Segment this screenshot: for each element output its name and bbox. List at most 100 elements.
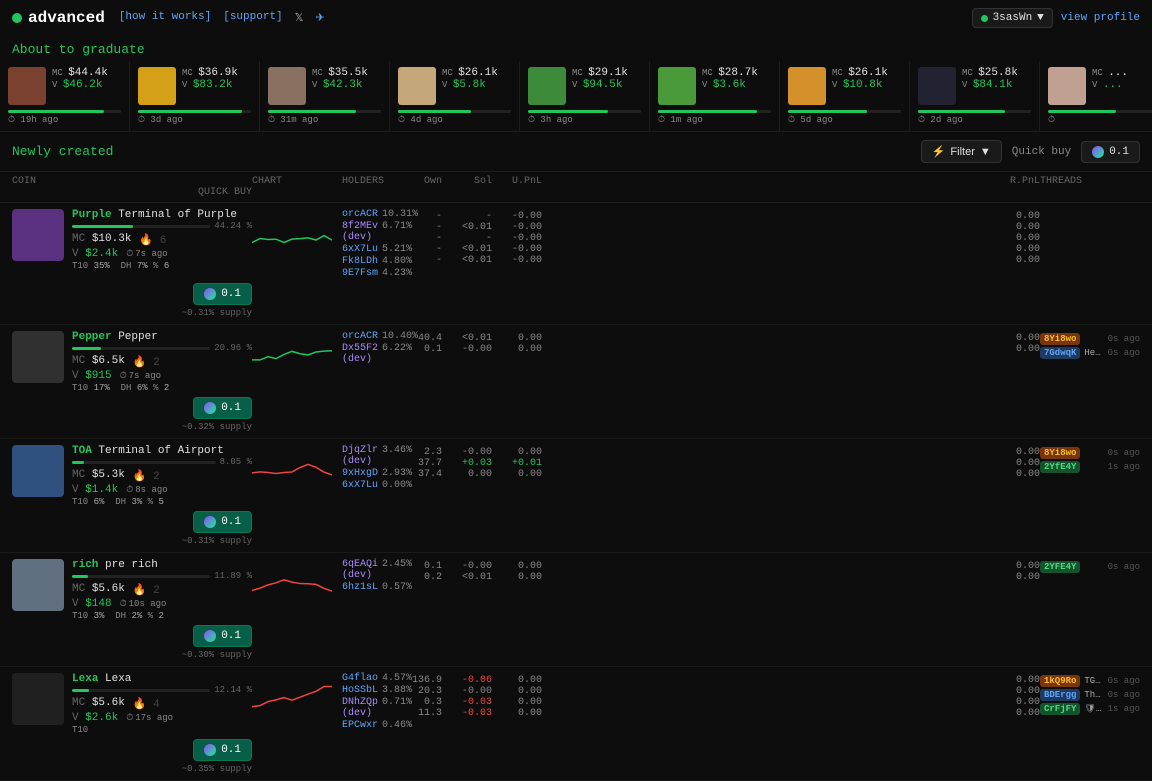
- thread-time: 0s ago: [1108, 690, 1140, 700]
- holder-address[interactable]: 6xX7Lu: [342, 480, 378, 491]
- rpnl-value: 0.00: [542, 244, 1040, 255]
- table-row[interactable]: Lexa Lexa 12.14 % MC $5.6k 🔥 4 V $2.6k ⏱…: [0, 667, 1152, 781]
- thread-message: TG chat is open, let's make moves 💪🔥 htt…: [1084, 676, 1103, 686]
- upnl-value: 0.00: [492, 572, 542, 583]
- col-rpnl: R.PnL: [542, 176, 1040, 187]
- sol-value: <0.01: [442, 222, 492, 233]
- table-row[interactable]: Purple Terminal of Purple 44.24 % MC $10…: [0, 203, 1152, 325]
- quick-buy-cell: 0.1 ~0.30% supply: [12, 621, 252, 660]
- grad-card[interactable]: MC $28.7k V $3.6k ⏱ 1m ago: [650, 61, 780, 131]
- thread-badge[interactable]: 2YFE4Y: [1040, 561, 1080, 573]
- table-row[interactable]: TOA Terminal of Airport 8.05 % MC $5.3k …: [0, 439, 1152, 553]
- quick-buy-button[interactable]: 0.1: [193, 511, 252, 533]
- grad-card[interactable]: MC $29.1k V $94.5k ⏱ 3h ago: [520, 61, 650, 131]
- sol-value: +0.03: [442, 458, 492, 469]
- newly-section: Newly created ⚡ Filter ▼ Quick buy 0.1 C…: [0, 132, 1152, 781]
- holder-address[interactable]: 6qEAQi (dev): [342, 559, 378, 581]
- thread-badge[interactable]: 8Yi8wo: [1040, 333, 1080, 345]
- rpnl-value: 0.00: [542, 458, 1040, 469]
- grad-card[interactable]: MC $26.1k V $10.8k ⏱ 5d ago: [780, 61, 910, 131]
- quick-buy-button[interactable]: 0.1: [193, 739, 252, 761]
- thread-row: 1kQ9Ro TG chat is open, let's make moves…: [1040, 675, 1140, 687]
- sol-cell: <0.01-0.00: [442, 331, 492, 355]
- thread-message: Hey, want your token to trend? Check my …: [1084, 348, 1103, 358]
- own-value: 37.4: [397, 469, 442, 480]
- col-coin: COIN: [12, 176, 252, 187]
- holder-address[interactable]: orcACR: [342, 331, 378, 342]
- table-row[interactable]: rich pre rich 11.89 % MC $5.6k 🔥 2 V $14…: [0, 553, 1152, 667]
- holder-row: Dx55F2 (dev)6.22%: [342, 343, 397, 365]
- thread-badge[interactable]: 1kQ9Ro: [1040, 675, 1080, 687]
- quick-buy-amount: 0.1: [1109, 146, 1129, 158]
- table-row[interactable]: Pepper Pepper 20.96 % MC $6.5k 🔥 2 V $91…: [0, 325, 1152, 439]
- view-profile-link[interactable]: view profile: [1061, 12, 1140, 24]
- grad-card[interactable]: MC $25.8k V $84.1k ⏱ 2d ago: [910, 61, 1040, 131]
- thread-badge[interactable]: CrFjFY: [1040, 703, 1080, 715]
- support-link[interactable]: [support]: [223, 11, 282, 25]
- own-value: 20.3: [397, 686, 442, 697]
- user-badge[interactable]: 3sasWn ▼: [972, 8, 1053, 28]
- grad-card[interactable]: MC $44.4k V $46.2k ⏱ 19h ago: [0, 61, 130, 131]
- holder-address[interactable]: 9E7Fsm: [342, 268, 378, 279]
- quick-buy-button[interactable]: 0.1: [193, 283, 252, 305]
- thread-badge[interactable]: BDErgg: [1040, 689, 1080, 701]
- holder-address[interactable]: Dx55F2 (dev): [342, 343, 378, 365]
- thread-row: BDErgg The official TG link is here! htt…: [1040, 689, 1140, 701]
- sol-cell: -0.06-0.00-0.03-0.03: [442, 673, 492, 719]
- rpnl-cell: 0.000.000.00: [542, 445, 1040, 480]
- grad-card[interactable]: MC $35.5k V $42.3k ⏱ 31m ago: [260, 61, 390, 131]
- own-value: 37.7: [397, 458, 442, 469]
- holder-row: 6xX7Lu0.00%: [342, 480, 397, 491]
- qb-amount: 0.1: [221, 630, 241, 642]
- holder-address[interactable]: orcACR: [342, 209, 378, 220]
- upnl-value: 0.00: [492, 447, 542, 458]
- sol-value: <0.01: [442, 333, 492, 344]
- chart-cell: [252, 445, 342, 493]
- holder-address[interactable]: HoSSbL: [342, 685, 378, 696]
- sol-icon: [204, 402, 216, 414]
- rpnl-value: 0.00: [542, 211, 1040, 222]
- sol-icon: [204, 630, 216, 642]
- quick-buy-button[interactable]: 0.1: [193, 625, 252, 647]
- x-icon[interactable]: 𝕏: [295, 11, 304, 25]
- sol-value: -0.00: [442, 686, 492, 697]
- telegram-icon[interactable]: ✈: [316, 11, 325, 25]
- thread-badge[interactable]: 7GdwqK: [1040, 347, 1080, 359]
- how-it-works-link[interactable]: [how it works]: [119, 11, 211, 25]
- own-cell: 2.337.737.4: [397, 445, 442, 480]
- grad-card[interactable]: MC ... V ... ⏱: [1040, 61, 1152, 131]
- rpnl-cell: 0.000.000.000.000.00: [542, 209, 1040, 266]
- thread-badge[interactable]: 2YfE4Y: [1040, 461, 1080, 473]
- thread-badge[interactable]: 8Yi8wo: [1040, 447, 1080, 459]
- sol-icon: [204, 516, 216, 528]
- holder-address[interactable]: DjqZlr (dev): [342, 445, 378, 467]
- holder-address[interactable]: G4flao: [342, 673, 378, 684]
- quick-buy-button[interactable]: 0.1: [193, 397, 252, 419]
- filter-button[interactable]: ⚡ Filter ▼: [921, 140, 1002, 163]
- grad-section: About to graduate MC $44.4k V $46.2k ⏱ 1…: [0, 36, 1152, 132]
- own-value: 11.3: [397, 708, 442, 719]
- holder-address[interactable]: 9xHxgD: [342, 468, 378, 479]
- own-cell: 136.920.30.311.3: [397, 673, 442, 719]
- thread-time: 0s ago: [1108, 348, 1140, 358]
- own-value: 136.9: [397, 675, 442, 686]
- own-cell: 40.40.1: [397, 331, 442, 355]
- holder-address[interactable]: 6hz1sL: [342, 582, 378, 593]
- upnl-cell: 0.000.00: [492, 331, 542, 355]
- grad-card[interactable]: MC $36.9k V $83.2k ⏱ 3d ago: [130, 61, 260, 131]
- thread-message: The official TG link is here! https://t.…: [1084, 690, 1103, 700]
- rpnl-value: 0.00: [542, 561, 1040, 572]
- holder-address[interactable]: Fk8LDh: [342, 256, 378, 267]
- holder-address[interactable]: EPCwxr: [342, 720, 378, 731]
- upnl-value: 0.00: [492, 333, 542, 344]
- upnl-cell: 0.000.000.000.00: [492, 673, 542, 719]
- col-own: Own: [397, 176, 442, 187]
- holder-address[interactable]: 8f2MEv (dev): [342, 221, 378, 243]
- own-value: -: [397, 255, 442, 266]
- holder-address[interactable]: DNhZQp (dev): [342, 697, 378, 719]
- holder-pct: 0.00%: [382, 480, 412, 491]
- newly-header: Newly created ⚡ Filter ▼ Quick buy 0.1: [0, 132, 1152, 172]
- holder-row: 9E7Fsm4.23%: [342, 268, 397, 279]
- grad-card[interactable]: MC $26.1k V $5.8k ⏱ 4d ago: [390, 61, 520, 131]
- holder-address[interactable]: 6xX7Lu: [342, 244, 378, 255]
